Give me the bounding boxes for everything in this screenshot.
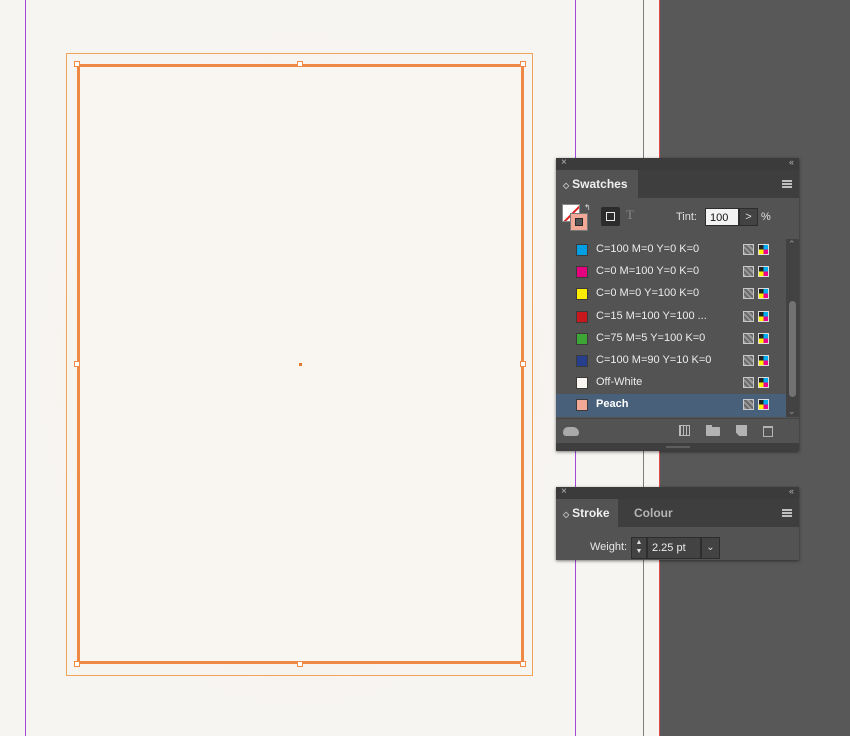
swatches-controls: ↰ T Tint: 100 > %: [556, 198, 799, 239]
weight-label: Weight:: [590, 541, 628, 553]
cc-libraries-icon[interactable]: [563, 427, 579, 436]
cmyk-mode-icon: [758, 244, 769, 255]
collapse-icon[interactable]: ‹‹: [789, 157, 794, 167]
tab-arrows-icon: ◇: [563, 510, 570, 519]
tint-slider-button[interactable]: >: [739, 208, 758, 226]
cmyk-mode-icon: [758, 310, 769, 322]
swatch-name: C=100 M=90 Y=10 K=0: [596, 353, 712, 366]
cmyk-mode-icon: [758, 288, 769, 300]
close-icon[interactable]: ×: [561, 157, 567, 168]
delete-swatch-icon[interactable]: [763, 426, 773, 437]
formatting-affects-text-icon[interactable]: T: [626, 207, 634, 223]
tab-stroke[interactable]: ◇ Stroke: [556, 499, 618, 527]
handle-middle-right[interactable]: [520, 361, 526, 367]
tab-swatches[interactable]: ◇ Swatches: [556, 170, 638, 198]
swatches-panel-titlebar[interactable]: × ‹‹: [556, 157, 799, 170]
swatch-name: C=0 M=100 Y=0 K=0: [596, 265, 700, 278]
color-type-icon: [743, 266, 754, 278]
swatch-name: C=100 M=0 Y=0 K=0: [596, 243, 700, 255]
show-swatch-kinds-icon[interactable]: [679, 425, 690, 436]
panel-menu-icon[interactable]: [782, 509, 792, 517]
handle-top-left[interactable]: [74, 61, 80, 67]
panel-resize-grip[interactable]: [556, 443, 799, 451]
stroke-tabbar: ◇ Stroke Colour: [556, 499, 799, 527]
frame-center-point[interactable]: [299, 363, 302, 366]
swatch-row[interactable]: Off-White: [556, 372, 786, 394]
stroke-swatch-icon[interactable]: [570, 213, 588, 231]
handle-middle-left[interactable]: [74, 361, 80, 367]
color-type-icon: [743, 354, 754, 366]
tab-swatches-label: Swatches: [572, 177, 628, 191]
scroll-up-icon[interactable]: ⌃: [788, 239, 796, 250]
tab-colour-label: Colour: [634, 506, 673, 520]
color-type-icon: [743, 399, 754, 411]
weight-dropdown-icon[interactable]: ⌄: [701, 537, 720, 559]
swatch-chip: [576, 399, 588, 412]
tint-label: Tint:: [676, 211, 697, 223]
swatch-chip: [576, 266, 588, 279]
swatch-list: C=100 M=0 Y=0 K=0 C=0 M=100 Y=0 K=0 C=0 …: [556, 239, 786, 417]
swatch-chip: [576, 310, 588, 323]
swatch-chip: [576, 377, 588, 390]
tab-colour[interactable]: Colour: [634, 499, 673, 527]
swap-icon[interactable]: ↰: [584, 203, 591, 212]
handle-top-center[interactable]: [297, 61, 303, 67]
swatch-row[interactable]: C=100 M=0 Y=0 K=0: [556, 239, 786, 261]
scroll-thumb[interactable]: [789, 301, 796, 397]
tab-stroke-label: Stroke: [572, 506, 610, 520]
cmyk-mode-icon: [758, 266, 769, 278]
handle-bottom-right[interactable]: [520, 661, 526, 667]
swatch-row[interactable]: C=0 M=0 Y=100 K=0: [556, 283, 786, 305]
stroke-controls: Weight: ▲ ▼ 2.25 pt ⌄: [556, 527, 799, 560]
tab-arrows-icon: ◇: [563, 181, 570, 190]
swatch-row-selected[interactable]: Peach: [556, 394, 786, 417]
swatches-footer: [556, 418, 799, 443]
formatting-affects-container-icon[interactable]: [601, 207, 620, 226]
swatch-chip: [576, 354, 588, 367]
swatch-chip: [576, 332, 588, 345]
cmyk-mode-icon: [758, 332, 769, 344]
swatch-list-scrollbar[interactable]: ⌃ ⌄: [786, 239, 799, 417]
scroll-down-icon[interactable]: ⌄: [788, 406, 796, 417]
cmyk-mode-icon: [758, 354, 769, 366]
swatch-row[interactable]: C=100 M=90 Y=10 K=0: [556, 350, 786, 372]
swatch-row[interactable]: C=0 M=100 Y=0 K=0: [556, 261, 786, 283]
cmyk-mode-icon: [758, 399, 769, 411]
color-type-icon: [743, 332, 754, 344]
weight-input[interactable]: 2.25 pt: [647, 537, 701, 559]
color-type-icon: [743, 288, 754, 300]
stroke-panel: × ‹‹ ◇ Stroke Colour Weight: ▲ ▼ 2.25 pt ⌄: [556, 486, 799, 560]
swatches-panel: × ‹‹ ◇ Swatches ↰ T Tint: 100 > % C=100 M…: [556, 157, 799, 451]
panel-menu-icon[interactable]: [782, 180, 792, 188]
stroke-panel-titlebar[interactable]: × ‹‹: [556, 486, 799, 499]
cmyk-mode-icon: [758, 377, 769, 389]
swatch-name: C=0 M=0 Y=100 K=0: [596, 287, 700, 300]
swatch-name: Peach: [596, 398, 629, 411]
swatch-chip: [576, 244, 588, 256]
handle-bottom-left[interactable]: [74, 661, 80, 667]
color-type-icon: [743, 377, 754, 389]
swatches-tabbar: ◇ Swatches: [556, 170, 799, 198]
close-icon[interactable]: ×: [561, 486, 567, 497]
handle-top-right[interactable]: [520, 61, 526, 67]
tint-input[interactable]: 100: [705, 208, 739, 226]
handle-bottom-center[interactable]: [297, 661, 303, 667]
swatch-row[interactable]: C=15 M=100 Y=100 ...: [556, 306, 786, 328]
new-swatch-icon[interactable]: [736, 425, 747, 436]
color-type-icon: [743, 244, 754, 255]
weight-stepper[interactable]: ▲ ▼: [631, 537, 647, 559]
fill-stroke-control[interactable]: ↰: [562, 203, 591, 232]
swatch-chip: [576, 288, 588, 301]
collapse-icon[interactable]: ‹‹: [789, 486, 794, 496]
swatch-row[interactable]: C=75 M=5 Y=100 K=0: [556, 328, 786, 350]
color-type-icon: [743, 310, 754, 322]
swatch-name: C=75 M=5 Y=100 K=0: [596, 331, 706, 344]
swatch-name: C=15 M=100 Y=100 ...: [596, 309, 707, 322]
swatch-name: Off-White: [596, 376, 643, 389]
tint-percent-label: %: [761, 211, 771, 223]
new-color-group-icon[interactable]: [706, 425, 720, 436]
left-margin-guide: [25, 0, 26, 736]
